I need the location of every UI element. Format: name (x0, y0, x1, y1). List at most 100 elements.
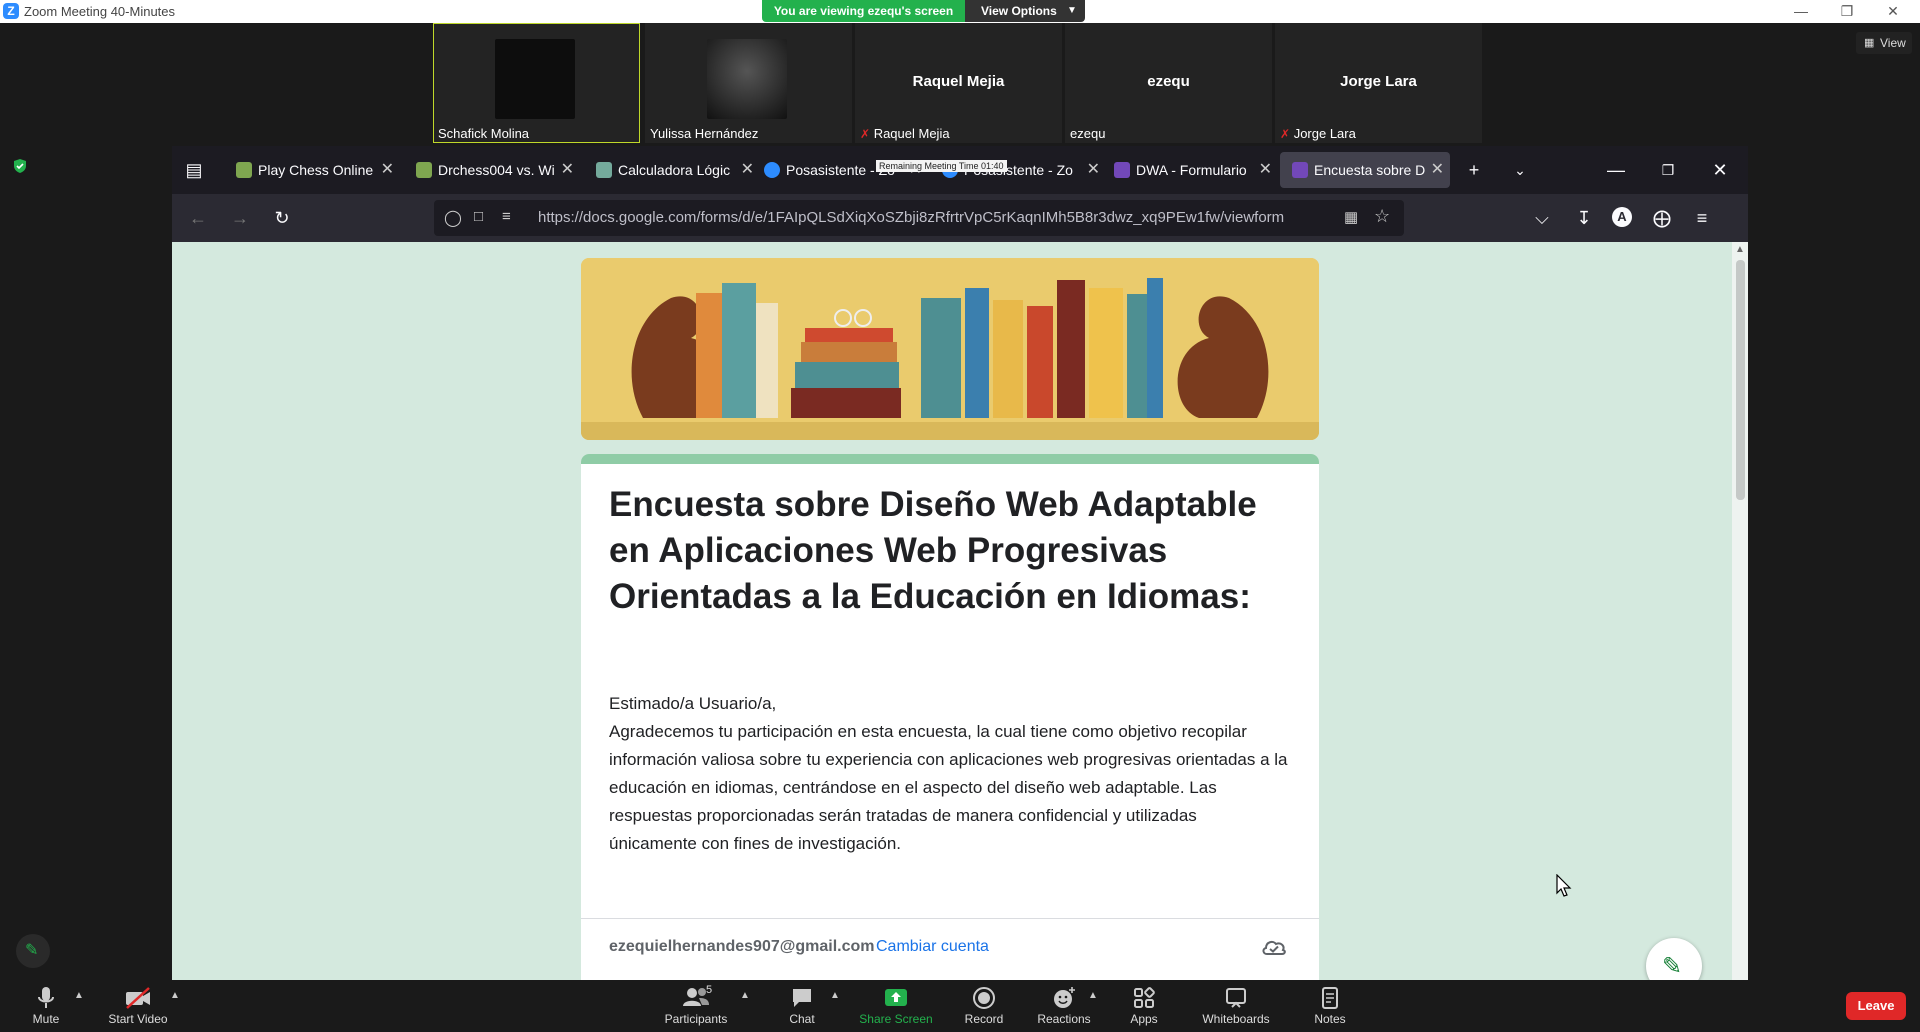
tab-label: Encuesta sobre Di (1314, 162, 1426, 178)
notes-button[interactable]: Notes (1290, 984, 1370, 1030)
pencil-icon: ✎ (1662, 953, 1683, 980)
list-tabs-icon[interactable]: ⌄ (1508, 158, 1532, 182)
share-screen-icon (885, 989, 907, 1006)
notes-icon (1322, 987, 1338, 1009)
participant-display-name: ezequ (1147, 73, 1190, 90)
record-button[interactable]: Record (944, 984, 1024, 1030)
scrollbar-thumb[interactable] (1736, 260, 1745, 500)
record-label: Record (964, 1012, 1004, 1026)
whiteboards-button[interactable]: Whiteboards (1194, 984, 1278, 1030)
close-tab-icon[interactable]: ✕ (1087, 152, 1100, 188)
close-tab-icon[interactable]: ✕ (1431, 152, 1444, 188)
close-tab-icon[interactable]: ✕ (381, 152, 394, 188)
close-window-icon[interactable]: ✕ (1708, 158, 1732, 182)
account-email: ezequielhernandes907@gmail.com (609, 938, 875, 955)
minimize-icon[interactable]: — (1604, 158, 1628, 182)
leave-button[interactable]: Leave (1846, 992, 1906, 1020)
view-button[interactable]: ▦ View (1856, 32, 1912, 54)
extensions-icon[interactable]: ⨁ (1650, 206, 1674, 230)
browser-tab-bar: ▤ Play Chess Online ✕ Drchess004 vs. Wi … (172, 146, 1748, 194)
scroll-up-icon[interactable]: ▲ (1735, 244, 1745, 255)
tab-label: DWA - Formulario (1136, 162, 1247, 178)
apps-button[interactable]: Apps (1104, 984, 1184, 1030)
new-tab-icon[interactable]: + (1462, 158, 1486, 182)
video-options-caret-icon[interactable]: ▲ (170, 990, 180, 1001)
form-intro-card: Encuesta sobre Diseño Web Adaptable en A… (581, 454, 1319, 980)
back-icon[interactable]: ← (186, 206, 210, 230)
form-accent-bar (581, 454, 1319, 464)
lock-icon[interactable]: □ (474, 208, 483, 225)
encryption-shield-icon[interactable] (12, 158, 28, 174)
smiley-plus-icon (1054, 987, 1075, 1008)
reload-icon[interactable]: ↻ (270, 206, 294, 230)
browser-tab[interactable]: DWA - Formulario ✕ (1102, 152, 1278, 188)
edit-fab-button[interactable]: ✎ (1646, 938, 1702, 980)
share-screen-button[interactable]: Share Screen (854, 984, 938, 1030)
apps-grid-icon (1134, 987, 1155, 1008)
participant-tile[interactable]: Yulissa Hernández (645, 23, 852, 143)
form-description: Estimado/a Usuario/a, Agradecemos tu par… (609, 690, 1289, 858)
pocket-icon[interactable]: ⌵ (1530, 206, 1554, 230)
chat-caret-icon[interactable]: ▲ (830, 990, 840, 1001)
start-video-button[interactable]: Start Video (98, 984, 178, 1030)
participant-name: Jorge Lara (1293, 126, 1356, 141)
view-label: View (1880, 36, 1906, 50)
view-options-button[interactable]: View Options ▼ (965, 0, 1085, 22)
meeting-time-tooltip: Remaining Meeting Time 01:40 (876, 160, 1007, 172)
browser-tab[interactable]: Calculadora Lógic ✕ (584, 152, 760, 188)
close-tab-icon[interactable]: ✕ (561, 152, 574, 188)
form-greeting: Estimado/a Usuario/a, (609, 694, 777, 713)
downloads-icon[interactable]: ↧ (1572, 206, 1596, 230)
reactions-caret-icon[interactable]: ▲ (1088, 990, 1098, 1001)
permissions-icon[interactable]: ≡ (502, 208, 511, 225)
form-header-image (581, 258, 1319, 440)
participant-name: Yulissa Hernández (650, 126, 759, 141)
participants-caret-icon[interactable]: ▲ (740, 990, 750, 1001)
close-window-icon[interactable]: ✕ (1870, 0, 1916, 23)
restore-icon[interactable]: ❐ (1824, 0, 1870, 23)
account-avatar-icon[interactable]: A (1612, 207, 1632, 227)
browser-tab[interactable]: Play Chess Online ✕ (224, 152, 400, 188)
forward-icon[interactable]: → (228, 206, 252, 230)
menu-icon[interactable]: ≡ (1690, 206, 1714, 230)
close-tab-icon[interactable]: ✕ (1259, 152, 1272, 188)
switch-account-link[interactable]: Cambiar cuenta (876, 938, 989, 956)
share-screen-label: Share Screen (859, 1012, 933, 1026)
tab-label: Calculadora Lógic (618, 162, 731, 178)
translate-icon[interactable]: ▦ (1344, 208, 1358, 226)
apps-label: Apps (1130, 1012, 1158, 1026)
video-feed (707, 39, 787, 119)
address-bar[interactable]: ◯ □ ≡ https://docs.google.com/forms/d/e/… (434, 200, 1404, 236)
tab-overview-icon[interactable]: ▤ (182, 158, 206, 182)
browser-tab[interactable]: Drchess004 vs. Wi ✕ (404, 152, 580, 188)
minimize-icon[interactable]: — (1778, 0, 1824, 23)
restore-icon[interactable]: ❐ (1656, 158, 1680, 182)
form-description-text: Agradecemos tu participación en esta enc… (609, 722, 1288, 853)
participant-tile[interactable]: Jorge Lara ✗ Jorge Lara (1275, 23, 1482, 143)
books-illustration (581, 258, 1319, 440)
browser-toolbar: ← → ↻ ◯ □ ≡ https://docs.google.com/form… (172, 194, 1748, 242)
bookmark-star-icon[interactable]: ☆ (1374, 206, 1390, 227)
annotate-button[interactable]: ✎ (16, 934, 50, 968)
chat-label: Chat (789, 1012, 815, 1026)
screen-share-banner: You are viewing ezequ's screen (762, 0, 965, 22)
view-options-label: View Options (981, 4, 1057, 18)
start-video-label: Start Video (108, 1012, 168, 1026)
tab-label: Drchess004 vs. Wi (438, 162, 555, 178)
participants-button[interactable]: 5 Participants (652, 984, 740, 1030)
zoom-meeting-controls: Mute ▲ Start Video ▲ 5 Participants ▲ Ch… (0, 980, 1920, 1032)
participant-tile[interactable]: Raquel Mejia ✗ Raquel Mejia (855, 23, 1062, 143)
page-scrollbar[interactable]: ▲ (1732, 242, 1748, 980)
tracking-shield-icon[interactable]: ◯ (444, 208, 462, 228)
audio-options-caret-icon[interactable]: ▲ (74, 990, 84, 1001)
chess-pawn-icon (416, 162, 432, 178)
participant-tile[interactable]: Schafick Molina (433, 23, 640, 143)
shared-browser-window: ▤ Play Chess Online ✕ Drchess004 vs. Wi … (172, 146, 1748, 980)
participant-tile[interactable]: ezequ ezequ (1065, 23, 1272, 143)
participant-display-name: Raquel Mejia (912, 73, 1005, 90)
record-icon (973, 987, 995, 1009)
video-feed (495, 39, 575, 119)
forms-icon (1292, 162, 1308, 178)
tab-label: Play Chess Online (258, 162, 374, 178)
browser-tab-active[interactable]: Encuesta sobre Di ✕ (1280, 152, 1450, 188)
